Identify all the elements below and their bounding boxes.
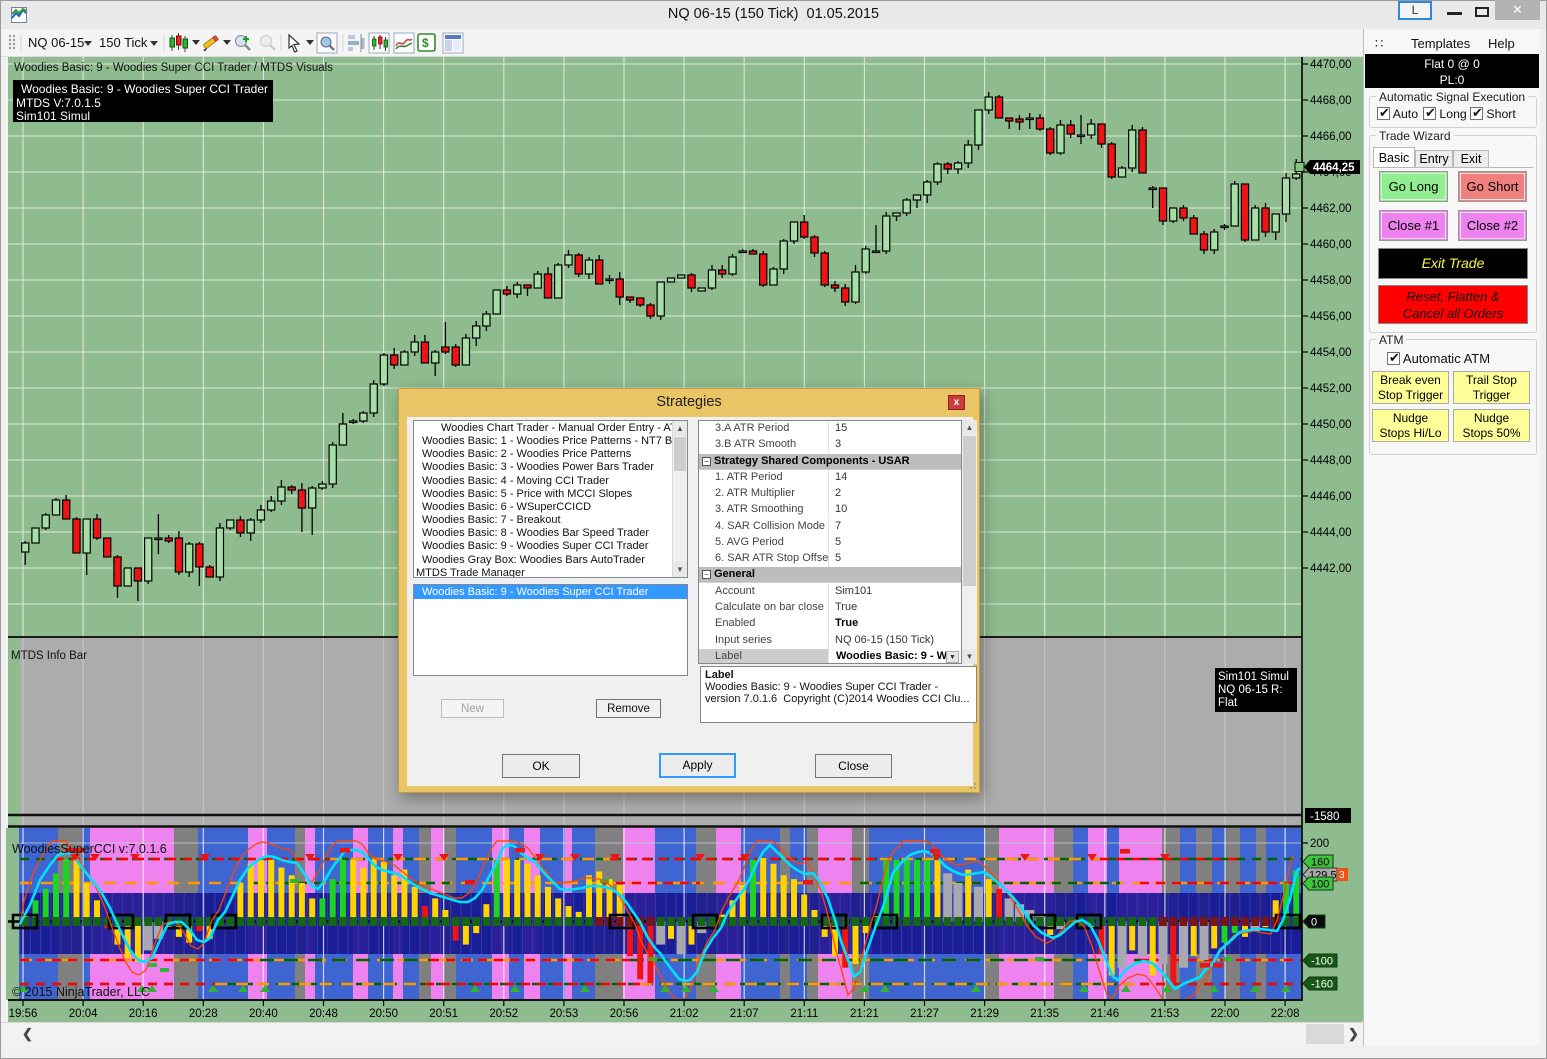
svg-text:20:51: 20:51 — [429, 1008, 458, 1020]
svg-text:21:02: 21:02 — [670, 1008, 699, 1020]
svg-text:20:53: 20:53 — [550, 1008, 579, 1020]
svg-text:4462,00: 4462,00 — [1310, 203, 1352, 215]
svg-text:Woodies Basic: 9 - Woodies Sup: Woodies Basic: 9 - Woodies Super CCI Tra… — [14, 62, 333, 74]
svg-text:Woodies Basic: 9 - Woodies Sup: Woodies Basic: 9 - Woodies Super CCI Tra… — [21, 82, 268, 96]
svg-text:4466,00: 4466,00 — [1310, 131, 1352, 143]
svg-text:20:16: 20:16 — [129, 1008, 158, 1020]
svg-text:4460,00: 4460,00 — [1310, 239, 1352, 251]
svg-text:NQ 06-15 R:: NQ 06-15 R: — [1218, 684, 1283, 696]
svg-text:21:53: 21:53 — [1151, 1008, 1180, 1020]
svg-text:100: 100 — [1311, 879, 1329, 891]
svg-text:4442,00: 4442,00 — [1310, 563, 1352, 575]
svg-text:4444,00: 4444,00 — [1310, 527, 1352, 539]
svg-text:MTDS Info Bar: MTDS Info Bar — [11, 650, 87, 662]
svg-text:20:56: 20:56 — [610, 1008, 639, 1020]
svg-text:21:07: 21:07 — [730, 1008, 759, 1020]
svg-text:21:11: 21:11 — [790, 1008, 818, 1020]
svg-text:21:21: 21:21 — [850, 1008, 879, 1020]
svg-text:4446,00: 4446,00 — [1310, 491, 1352, 503]
svg-text:Sim101 Simul: Sim101 Simul — [16, 109, 90, 123]
svg-text:21:29: 21:29 — [970, 1008, 999, 1020]
svg-text:160: 160 — [1311, 857, 1329, 869]
svg-text:20:50: 20:50 — [369, 1008, 398, 1020]
svg-text:MTDS V:7.0.1.5: MTDS V:7.0.1.5 — [16, 96, 101, 110]
svg-text:$: $ — [422, 36, 429, 50]
svg-text:22:08: 22:08 — [1271, 1008, 1300, 1020]
svg-text:20:04: 20:04 — [69, 1008, 98, 1020]
svg-text:20:40: 20:40 — [249, 1008, 278, 1020]
svg-text:4464,25: 4464,25 — [1313, 162, 1355, 174]
svg-text:4454,00: 4454,00 — [1310, 347, 1352, 359]
svg-text:20:52: 20:52 — [489, 1008, 518, 1020]
svg-text:Flat: Flat — [1218, 697, 1238, 709]
svg-text:-1580: -1580 — [1310, 811, 1339, 823]
svg-text:21:46: 21:46 — [1090, 1008, 1119, 1020]
svg-text:150 Tick: 150 Tick — [99, 35, 148, 50]
svg-text:WoodiesSuperCCI v:7.0.1.6: WoodiesSuperCCI v:7.0.1.6 — [12, 842, 167, 856]
svg-text:4470,00: 4470,00 — [1310, 59, 1352, 71]
svg-text:-100: -100 — [1311, 956, 1333, 968]
svg-text:21:35: 21:35 — [1030, 1008, 1059, 1020]
svg-text:0: 0 — [1311, 917, 1317, 929]
svg-text:4458,00: 4458,00 — [1310, 275, 1352, 287]
svg-text:Sim101 Simul: Sim101 Simul — [1218, 671, 1289, 683]
svg-text:4450,00: 4450,00 — [1310, 419, 1352, 431]
svg-text:4448,00: 4448,00 — [1310, 455, 1352, 467]
svg-text:NQ 06-15: NQ 06-15 — [28, 35, 84, 50]
svg-text:200: 200 — [1310, 838, 1329, 850]
svg-text:3: 3 — [1339, 870, 1345, 881]
svg-text:4456,00: 4456,00 — [1310, 311, 1352, 323]
svg-text:20:28: 20:28 — [189, 1008, 218, 1020]
svg-text:4468,00: 4468,00 — [1310, 95, 1352, 107]
svg-text:-160: -160 — [1311, 979, 1333, 991]
svg-text:19:56: 19:56 — [9, 1008, 38, 1020]
svg-text:21:27: 21:27 — [910, 1008, 939, 1020]
svg-text:© 2015 NinjaTrader, LLC: © 2015 NinjaTrader, LLC — [12, 985, 150, 999]
svg-text:4452,00: 4452,00 — [1310, 383, 1352, 395]
svg-text:22:00: 22:00 — [1211, 1008, 1240, 1020]
svg-text:20:48: 20:48 — [309, 1008, 338, 1020]
